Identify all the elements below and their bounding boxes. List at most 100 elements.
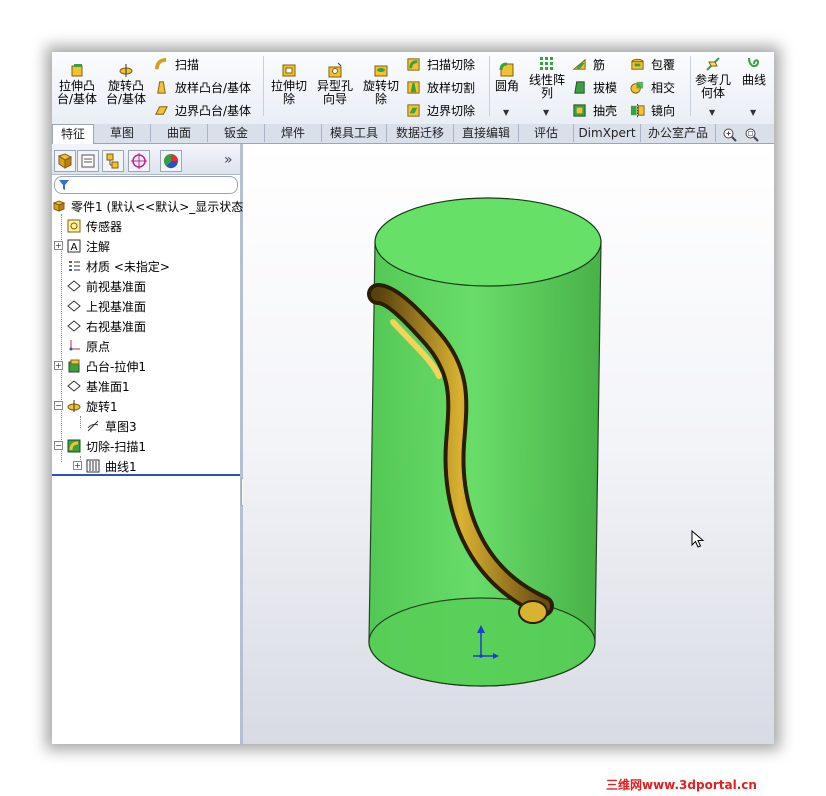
sweep-icon — [154, 57, 167, 70]
tab-surfaces[interactable]: 曲面 — [151, 124, 208, 142]
tree-item-label: 上视基准面 — [86, 299, 147, 314]
shell-button[interactable]: 抽壳 — [572, 102, 617, 119]
panel-expand-arrows[interactable]: » — [224, 152, 233, 168]
tree-item-label: 曲线1 — [105, 459, 137, 474]
revolve-cut-label: 旋转切 除 — [362, 79, 399, 106]
cylinder-body[interactable] — [368, 197, 602, 687]
tab-direct-editing[interactable]: 直接编辑 — [454, 124, 519, 142]
boundary-boss-button[interactable]: 边界凸台/基体 — [154, 102, 251, 119]
tab-dimxpert[interactable]: DimXpert — [574, 124, 641, 142]
tab-data-migration[interactable]: 数据迁移 — [387, 124, 454, 142]
revolve-boss-button[interactable]: 旋转凸 台/基体 — [104, 62, 148, 106]
configuration-manager-tab[interactable] — [102, 150, 124, 172]
extrude-cut-button[interactable]: 拉伸切 除 — [268, 62, 310, 106]
ref-geometry-dropdown-arrow[interactable]: ▼ — [709, 108, 715, 117]
plane-icon — [67, 320, 81, 332]
tree-item-label: 切除-扫描1 — [86, 439, 146, 454]
tab-features[interactable]: 特征 — [52, 124, 94, 144]
toolbar-separator — [489, 56, 490, 116]
extrude-cut-icon — [282, 64, 296, 77]
draft-icon — [574, 81, 585, 94]
feature-manager-panel: » 零件1 (默认<<默认>_显示状态 传感器 + A 注解 材质 <未指定> … — [52, 144, 243, 744]
revolve-cut-button[interactable]: 旋转切 除 — [360, 62, 402, 106]
shell-icon — [573, 104, 586, 117]
linear-pattern-button[interactable]: 线性阵 列 — [527, 56, 567, 100]
tree-expander-boss-extrude[interactable]: + — [54, 361, 63, 370]
tree-item-cut-sweep1[interactable]: 切除-扫描1 — [67, 436, 146, 456]
tree-item-top-plane[interactable]: 上视基准面 — [67, 296, 146, 316]
extrude-boss-button[interactable]: 拉伸凸 台/基体 — [56, 62, 98, 106]
tree-expander-cut-sweep[interactable]: − — [54, 441, 63, 450]
tab-sketch[interactable]: 草图 — [94, 124, 151, 142]
plane-icon — [67, 280, 81, 292]
property-manager-tab[interactable] — [77, 150, 99, 172]
boundary-cut-button[interactable]: 边界切除 — [406, 102, 475, 119]
display-manager-icon — [163, 153, 179, 169]
sweep-button[interactable]: 扫描 — [154, 56, 199, 73]
tree-item-sketch3[interactable]: 草图3 — [86, 416, 137, 436]
tree-filter-input[interactable] — [54, 176, 238, 194]
sensor-icon — [67, 219, 81, 233]
mouse-cursor-icon — [691, 530, 705, 548]
tree-item-annotations[interactable]: A 注解 — [67, 236, 110, 256]
tree-item-plane1[interactable]: 基准面1 — [67, 376, 130, 396]
loft-cut-label: 放样切割 — [427, 81, 476, 95]
tab-weldments[interactable]: 焊件 — [265, 124, 322, 142]
tab-mold-tools[interactable]: 模具工具 — [322, 124, 387, 142]
tree-expander-revolve[interactable]: − — [54, 401, 63, 410]
mirror-button[interactable]: 镜向 — [630, 102, 675, 119]
rib-button[interactable]: 筋 — [572, 56, 605, 73]
display-manager-tab[interactable] — [160, 150, 182, 172]
draft-button[interactable]: 拔模 — [572, 79, 617, 96]
intersect-icon — [630, 81, 644, 94]
curves-label: 曲线 — [741, 73, 766, 87]
tree-item-label: 草图3 — [105, 419, 137, 434]
tree-item-right-plane[interactable]: 右视基准面 — [67, 316, 146, 336]
hole-wizard-button[interactable]: 异型孔 向导 — [314, 62, 356, 106]
tree-item-front-plane[interactable]: 前视基准面 — [67, 276, 146, 296]
revolve-cut-icon — [374, 65, 388, 77]
tree-item-sensors[interactable]: 传感器 — [67, 216, 122, 236]
toolbar-separator — [263, 56, 264, 116]
tree-item-curve1[interactable]: 曲线1 — [86, 456, 137, 476]
tree-expander-curve[interactable]: + — [73, 461, 82, 470]
tree-expander-annotations[interactable]: + — [54, 241, 63, 250]
revolve-icon — [67, 400, 81, 412]
loft-boss-label: 放样凸台/基体 — [175, 81, 252, 95]
tree-item-material[interactable]: 材质 <未指定> — [67, 256, 170, 276]
curves-icon — [748, 57, 760, 68]
tab-sheet-metal[interactable]: 钣金 — [208, 124, 265, 142]
feature-manager-tab[interactable] — [54, 150, 76, 172]
tree-root-part[interactable]: 零件1 (默认<<默认>_显示状态 — [52, 196, 243, 216]
zoom-area-icon[interactable] — [744, 127, 760, 143]
fillet-button[interactable]: 圆角 — [492, 62, 522, 93]
rollback-bar[interactable] — [52, 474, 240, 476]
fillet-dropdown-arrow[interactable]: ▼ — [503, 108, 509, 117]
graphics-area[interactable] — [243, 144, 774, 744]
hole-wizard-icon — [328, 62, 342, 78]
pattern-dropdown-arrow[interactable]: ▼ — [543, 108, 549, 117]
wrap-button[interactable]: 包覆 — [630, 56, 675, 73]
sketch-icon — [87, 420, 99, 432]
zoom-to-fit-icon[interactable] — [722, 127, 738, 143]
loft-cut-button[interactable]: 放样切割 — [406, 79, 475, 96]
intersect-button[interactable]: 相交 — [630, 79, 675, 96]
revolve-boss-icon — [119, 64, 133, 77]
loft-boss-button[interactable]: 放样凸台/基体 — [154, 79, 251, 96]
tab-office-products[interactable]: 办公室产品 — [641, 124, 716, 142]
tree-item-label: 基准面1 — [86, 379, 130, 394]
tree-item-boss-extrude1[interactable]: 凸台-拉伸1 — [67, 356, 146, 376]
dimxpert-manager-tab[interactable] — [128, 150, 150, 172]
panel-tab-strip: » — [52, 144, 240, 175]
plane-icon — [67, 300, 81, 312]
tab-evaluate[interactable]: 评估 — [519, 124, 574, 142]
curves-button[interactable]: 曲线 — [738, 56, 770, 87]
sweep-cut-button[interactable]: 扫描切除 — [406, 56, 475, 73]
extrude-cut-label: 拉伸切 除 — [270, 79, 307, 106]
boundary-cut-label: 边界切除 — [427, 104, 476, 118]
sweep-cut-icon — [67, 439, 81, 453]
reference-geometry-button[interactable]: 参考几 何体 — [693, 56, 733, 100]
curves-dropdown-arrow[interactable]: ▼ — [750, 108, 756, 117]
tree-item-revolve1[interactable]: 旋转1 — [67, 396, 118, 416]
tree-item-origin[interactable]: 原点 — [67, 336, 110, 356]
